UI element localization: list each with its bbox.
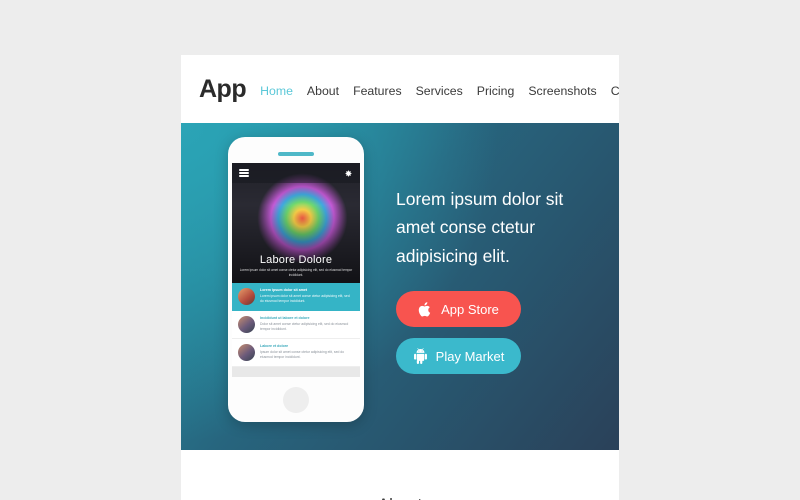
hero-copy: Lorem ipsum dolor sit amet conse ctetur … bbox=[396, 185, 596, 375]
about-heading: About bbox=[181, 495, 619, 500]
nav-item-screenshots[interactable]: Screenshots bbox=[528, 84, 596, 98]
screen-list: Lorem ipsum dolor sit amet Lorem ipsum d… bbox=[232, 283, 360, 367]
nav-item-contact[interactable]: Contact bbox=[611, 84, 619, 98]
main-navigation: Home About Features Services Pricing Scr… bbox=[260, 80, 619, 98]
phone-mockup: Labore Dolore Lorem ipsum dolor sit amet… bbox=[228, 137, 364, 422]
list-item-text: Dolor sit amet conse ctetur adipisicing … bbox=[260, 322, 349, 332]
list-item-title: Incididunt ut labore et dolore bbox=[260, 316, 310, 320]
play-market-label: Play Market bbox=[435, 348, 505, 364]
screen-photo-caption: Labore Dolore Lorem ipsum dolor sit amet… bbox=[232, 254, 360, 278]
hamburger-icon[interactable] bbox=[239, 167, 249, 178]
list-item-title: Lorem ipsum dolor sit amet bbox=[260, 288, 308, 292]
avatar bbox=[238, 288, 255, 305]
list-item[interactable]: Labore et dolore Ipsum dolor sit amet co… bbox=[232, 339, 360, 367]
hero-title: Lorem ipsum dolor sit amet conse ctetur … bbox=[396, 189, 564, 266]
list-item[interactable]: Lorem ipsum dolor sit amet Lorem ipsum d… bbox=[232, 283, 360, 311]
avatar bbox=[238, 316, 255, 333]
app-store-label: App Store bbox=[441, 301, 499, 317]
screen-hero-photo: Labore Dolore Lorem ipsum dolor sit amet… bbox=[232, 163, 360, 283]
brand-logo[interactable]: App bbox=[199, 75, 247, 104]
gear-icon[interactable] bbox=[344, 169, 353, 178]
screen-top-bar bbox=[232, 163, 360, 183]
phone-screen: Labore Dolore Lorem ipsum dolor sit amet… bbox=[232, 163, 360, 377]
android-icon bbox=[413, 348, 427, 365]
nav-item-home[interactable]: Home bbox=[260, 84, 293, 98]
site-header: App Home About Features Services Pricing… bbox=[181, 55, 619, 123]
about-section: About bbox=[181, 450, 619, 500]
list-item[interactable]: Incididunt ut labore et dolore Dolor sit… bbox=[232, 311, 360, 339]
hero-section: Labore Dolore Lorem ipsum dolor sit amet… bbox=[181, 123, 619, 450]
nav-item-services[interactable]: Services bbox=[416, 84, 463, 98]
nav-item-features[interactable]: Features bbox=[353, 84, 402, 98]
list-item-title: Labore et dolore bbox=[260, 344, 289, 348]
screen-caption-text: Lorem ipsum dolor sit amet conse ctetur … bbox=[239, 268, 353, 278]
store-buttons: App Store Play Market bbox=[396, 291, 596, 375]
page-container: App Home About Features Services Pricing… bbox=[181, 55, 619, 500]
play-market-button[interactable]: Play Market bbox=[396, 338, 521, 375]
nav-item-about[interactable]: About bbox=[307, 84, 339, 98]
phone-home-button[interactable] bbox=[283, 387, 309, 413]
list-item-text: Lorem ipsum dolor sit amet conse ctetur … bbox=[260, 294, 350, 304]
app-store-button[interactable]: App Store bbox=[396, 291, 521, 328]
apple-icon bbox=[418, 301, 431, 317]
list-item-text: Ipsum dolor sit amet conse ctetur adipis… bbox=[260, 350, 345, 360]
phone-speaker bbox=[278, 152, 314, 156]
screen-caption-title: Labore Dolore bbox=[259, 254, 333, 267]
avatar bbox=[238, 344, 255, 361]
nav-item-pricing[interactable]: Pricing bbox=[477, 84, 515, 98]
